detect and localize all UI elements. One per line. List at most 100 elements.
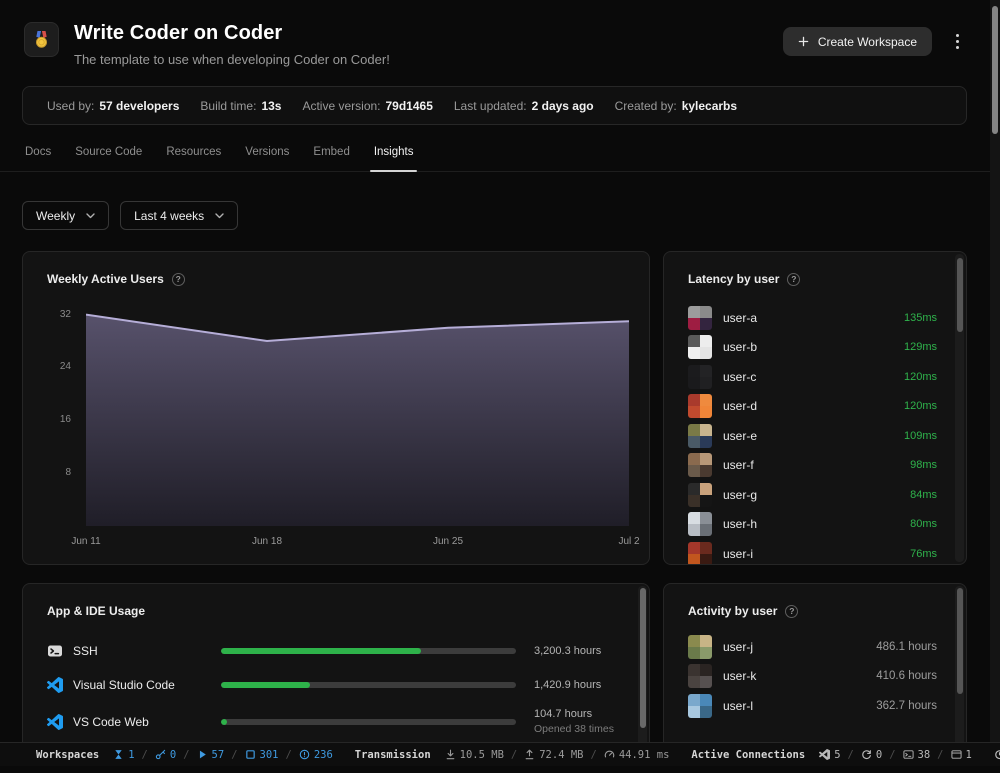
tab-docs[interactable]: Docs [24,142,52,171]
ssh-connections: 38 [903,749,931,761]
avatar [688,542,712,565]
help-icon[interactable] [172,273,185,286]
latency-by-user-card: Latency by user user-a 135ms user-b 129m… [663,251,967,565]
tab-resources[interactable]: Resources [165,142,222,171]
x-tick-label: Jun 25 [433,536,463,547]
more-options-button[interactable] [948,28,966,56]
help-icon[interactable] [785,605,798,618]
activity-scrollbar-thumb[interactable] [957,588,963,694]
chevron-down-icon [86,213,95,219]
avatar [688,453,712,477]
download-icon [445,749,456,760]
connections-status-group: Active Connections [691,749,805,761]
area-fill [86,315,629,526]
reconnect-icon [861,749,872,760]
x-tick-label: Jun 18 [252,536,282,547]
plus-icon [798,36,809,47]
transmission-metrics: 10.5 MB / 72.4 MB / 44.91 ms [445,749,670,761]
meta-active-version: Active version:79d1465 [302,99,432,113]
ssh-terminal-icon [47,643,63,659]
interval-dropdown[interactable]: Weekly [22,201,109,230]
help-icon[interactable] [787,273,800,286]
weekly-active-users-chart [86,308,629,526]
avatar [688,664,712,688]
usage-hours: 3,200.3 hours [534,644,601,659]
latency-scrollbar-thumb[interactable] [957,258,963,332]
avatar [688,694,712,718]
insights-filters: Weekly Last 4 weeks [22,201,1000,230]
key-icon [155,749,166,760]
upload-metric: 72.4 MB [524,749,583,761]
page-scrollbar-thumb[interactable] [992,6,998,134]
insights-grid: Weekly Active Users 8162432 Jun 11Jun 18… [22,251,978,753]
y-tick-label: 32 [60,309,71,320]
latency-by-user-title: Latency by user [688,272,779,286]
transmission-status-label: Transmission [355,749,431,761]
chart-x-axis: Jun 11Jun 18Jun 25Jul 2 [86,536,629,550]
vscode-icon [819,749,830,760]
vscode-icon [47,714,63,730]
avatar [688,424,712,448]
meta-used-by: Used by:57 developers [47,99,179,113]
usage-list: SSH 3,200.3 hours Visual Studio Code 1,4… [23,634,649,742]
activity-user-list: user-j 486.1 hours user-k 410.6 hours us… [664,632,966,721]
workspaces-stopped: 301 [245,749,279,761]
last-refresh-status: a few seconds ago [994,737,1000,773]
latency-metric: 44.91 ms [604,749,670,761]
date-range-dropdown[interactable]: Last 4 weeks [120,201,238,230]
alert-circle-icon [299,749,310,760]
tab-insights[interactable]: Insights [373,142,415,171]
latency-user-list: user-a 135ms user-b 129ms user-c 120ms u… [664,303,966,565]
usage-bar [221,682,516,688]
template-tabs: Docs Source Code Resources Versions Embe… [0,142,1000,172]
app-ide-usage-title: App & IDE Usage [47,604,145,618]
workspaces-status-label: Workspaces [36,749,99,761]
usage-hours: 104.7 hours [534,707,614,722]
latency-row: user-f 98ms [688,451,937,481]
medal-icon [32,30,51,49]
usage-note: Opened 38 times [534,722,614,736]
connections-status-label: Active Connections [691,749,805,761]
workspace-counts: 1 / 0 / 57 / 301 / 236 [113,749,333,761]
tab-embed[interactable]: Embed [312,142,350,171]
chart-y-axis: 8162432 [23,308,71,526]
latency-row: user-a 135ms [688,303,937,333]
avatar [688,306,712,330]
vscode-icon [47,677,63,693]
weekly-active-users-card: Weekly Active Users 8162432 Jun 11Jun 18… [22,251,650,565]
download-metric: 10.5 MB [445,749,504,761]
app-window-icon [951,749,962,760]
web-app-connections: 1 [951,749,972,761]
latency-row: user-e 109ms [688,421,937,451]
latency-row: user-i 76ms [688,539,937,565]
upload-icon [524,749,535,760]
tab-versions[interactable]: Versions [244,142,290,171]
connection-counts: 5 / 0 / 38 / 1 [819,749,972,761]
meta-created-by: Created by:kylecarbs [615,99,737,113]
activity-by-user-card: Activity by user user-j 486.1 hours user… [663,583,967,753]
y-tick-label: 8 [65,467,71,478]
workspaces-pending: 1 [113,749,134,761]
create-workspace-button[interactable]: Create Workspace [783,27,932,56]
latency-row: user-h 80ms [688,510,937,540]
hourglass-icon [113,749,124,760]
activity-row: user-k 410.6 hours [688,662,937,692]
tab-source-code[interactable]: Source Code [74,142,143,171]
template-meta-bar: Used by:57 developers Build time:13s Act… [22,86,967,125]
status-bar: Workspaces 1 / 0 / 57 / 301 [0,742,1000,766]
workspaces-failed-key: 0 [155,749,176,761]
y-tick-label: 16 [60,414,71,425]
avatar [688,365,712,389]
latency-row: user-g 84ms [688,480,937,510]
page-title: Write Coder on Coder [74,22,390,45]
avatar [688,512,712,536]
usage-scrollbar-thumb[interactable] [640,588,646,728]
avatar [688,483,712,507]
usage-hours: 1,420.9 hours [534,678,601,693]
usage-row: VS Code Web 104.7 hours Opened 38 times [47,702,625,742]
reconnecting-connections: 0 [861,749,882,761]
page-scrollbar [990,0,1000,742]
latency-row: user-d 120ms [688,392,937,422]
activity-row: user-j 486.1 hours [688,632,937,662]
template-icon [24,22,59,57]
